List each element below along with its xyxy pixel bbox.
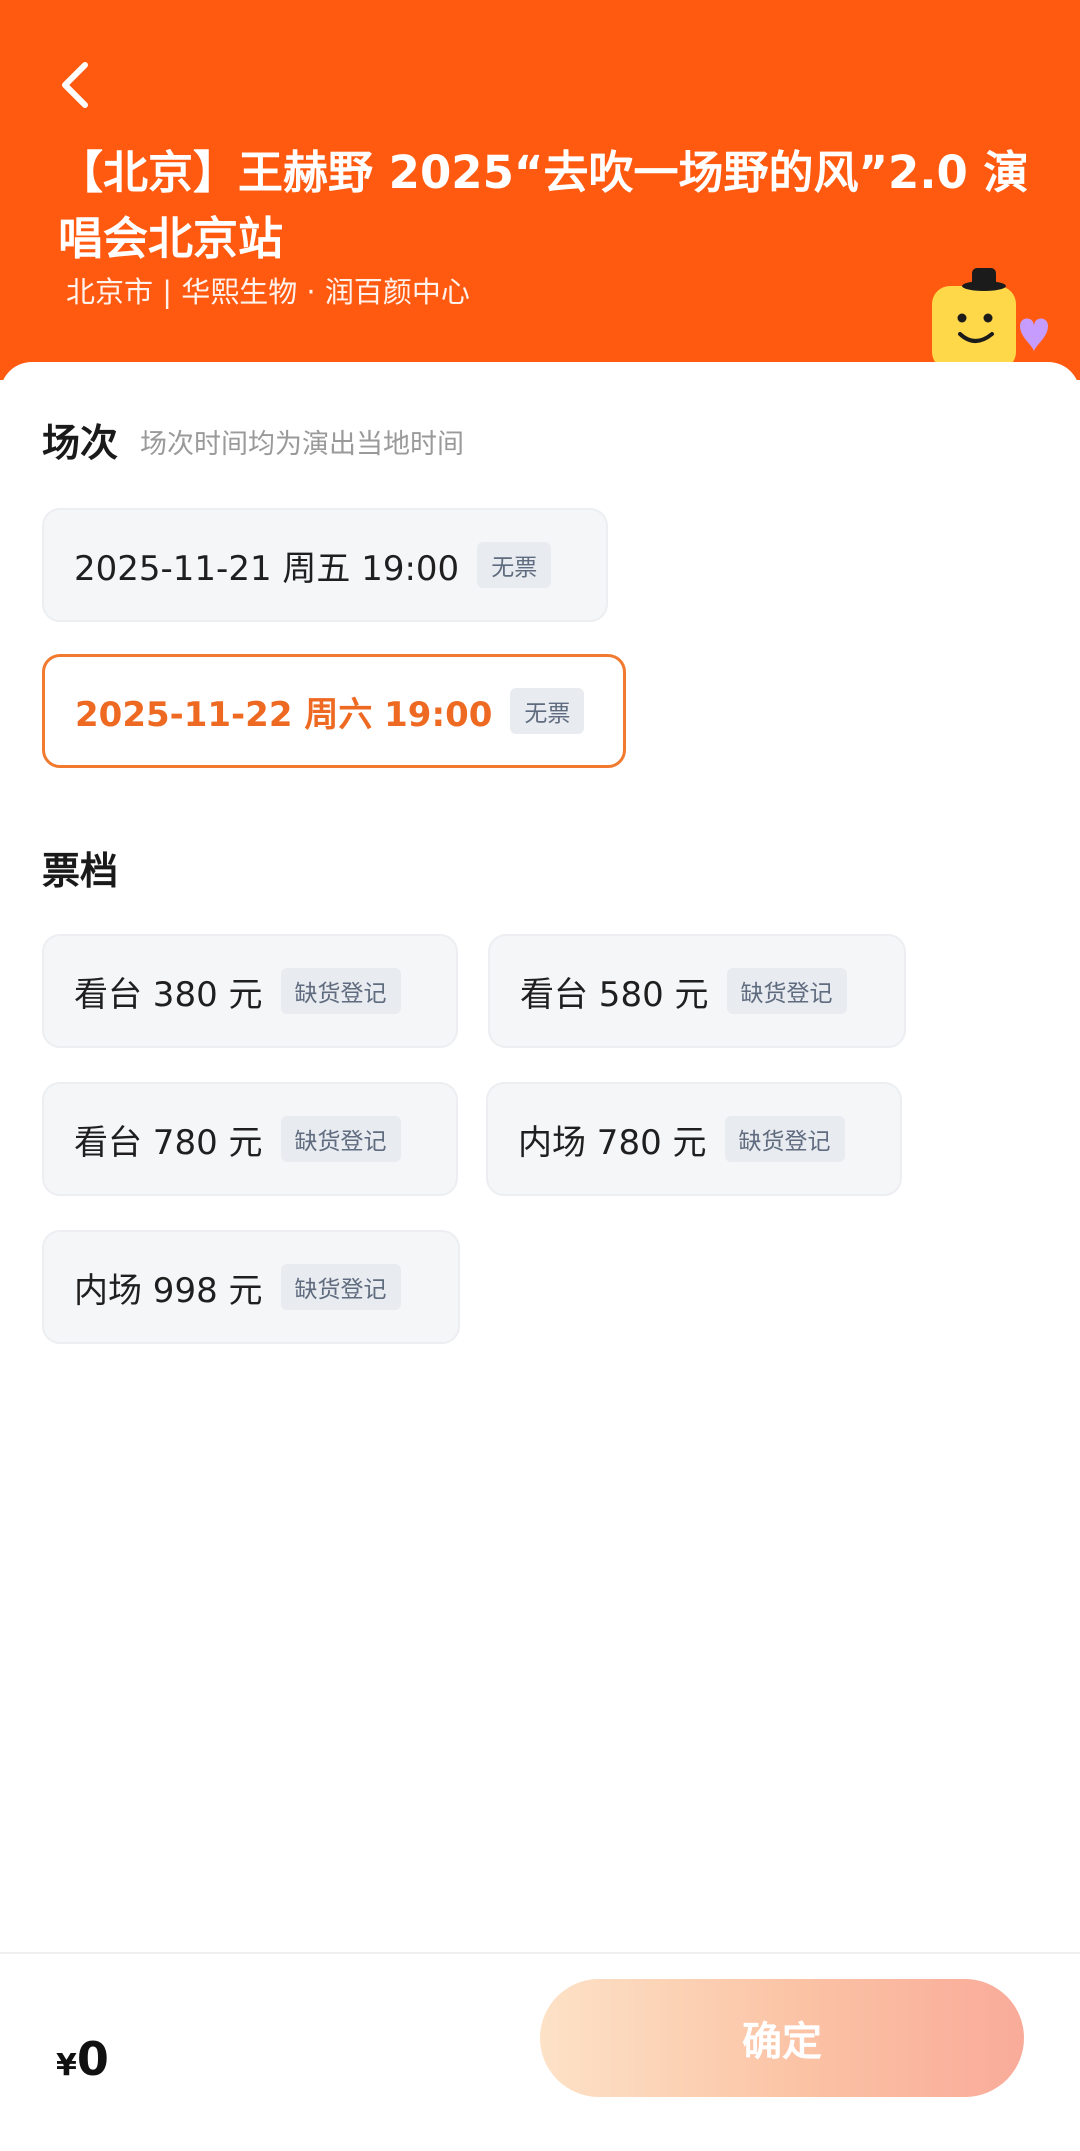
waitlist-badge: 缺货登记 bbox=[724, 1116, 845, 1162]
session-option-2[interactable]: 2025-11-22 周六 19:00 无票 bbox=[42, 654, 626, 768]
currency-symbol: ¥ bbox=[56, 2048, 77, 2083]
chevron-left-icon bbox=[62, 62, 88, 108]
section-title-tiers: 票档 bbox=[42, 849, 119, 893]
tier-label: 内场 780 元 bbox=[518, 1122, 707, 1163]
tier-label: 看台 780 元 bbox=[74, 1122, 263, 1163]
tier-label: 看台 380 元 bbox=[74, 974, 263, 1015]
tier-label: 内场 998 元 bbox=[74, 1270, 263, 1311]
tier-option-1[interactable]: 看台 380 元 缺货登记 bbox=[42, 934, 458, 1048]
waitlist-badge: 缺货登记 bbox=[280, 968, 401, 1014]
tier-option-5[interactable]: 内场 998 元 缺货登记 bbox=[42, 1230, 460, 1344]
bottom-bar: ¥0 确定 bbox=[0, 1952, 1080, 2151]
back-button[interactable] bbox=[40, 50, 110, 120]
sessions-hint: 场次时间均为演出当地时间 bbox=[140, 429, 464, 460]
price-amount: 0 bbox=[76, 2032, 109, 2086]
waitlist-badge: 缺货登记 bbox=[280, 1264, 401, 1310]
ticket-selection-sheet: 场次 场次时间均为演出当地时间 2025-11-21 周五 19:00 无票 2… bbox=[0, 362, 1080, 2149]
no-ticket-badge: 无票 bbox=[477, 542, 552, 588]
venue-subtitle: 北京市 | 华熙生物 · 润百颜中心 bbox=[66, 275, 470, 309]
section-title-sessions: 场次 bbox=[42, 421, 119, 465]
header: 【北京】王赫野 2025“去吹一场野的风”2.0 演唱会北京站 北京市 | 华熙… bbox=[0, 0, 1080, 380]
waitlist-badge: 缺货登记 bbox=[726, 968, 847, 1014]
page-title: 【北京】王赫野 2025“去吹一场野的风”2.0 演唱会北京站 bbox=[58, 146, 1029, 265]
tier-option-3[interactable]: 看台 780 元 缺货登记 bbox=[42, 1082, 458, 1196]
no-ticket-badge: 无票 bbox=[510, 688, 585, 734]
session-label: 2025-11-21 周五 19:00 bbox=[74, 548, 460, 589]
waitlist-badge: 缺货登记 bbox=[280, 1116, 401, 1162]
mascot-sticker bbox=[932, 268, 1048, 370]
tier-option-2[interactable]: 看台 580 元 缺货登记 bbox=[488, 934, 906, 1048]
session-option-1[interactable]: 2025-11-21 周五 19:00 无票 bbox=[42, 508, 608, 622]
tier-label: 看台 580 元 bbox=[520, 974, 709, 1015]
total-price: ¥0 bbox=[56, 2032, 109, 2086]
tier-option-4[interactable]: 内场 780 元 缺货登记 bbox=[486, 1082, 902, 1196]
session-label: 2025-11-22 周六 19:00 bbox=[75, 694, 493, 735]
confirm-button[interactable]: 确定 bbox=[540, 1979, 1024, 2097]
